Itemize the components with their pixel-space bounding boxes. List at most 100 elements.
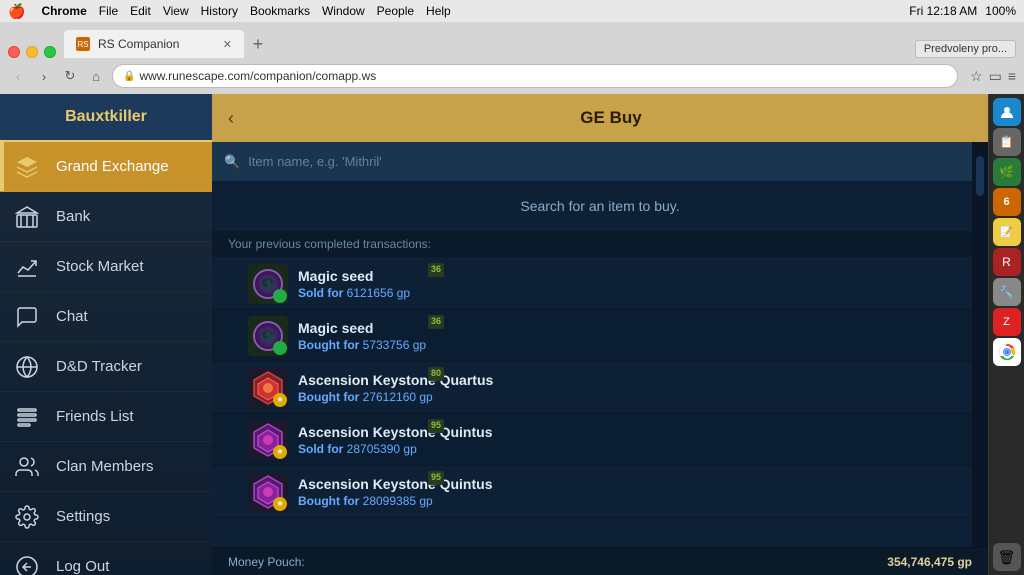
sidebar: Bauxtkiller Grand Exchange — [0, 94, 212, 575]
level-badge: 95 — [428, 471, 444, 485]
friends-list-label: Friends List — [56, 408, 134, 425]
menu-people[interactable]: People — [377, 4, 414, 18]
item-info: Magic seed Sold for 6121656 gp — [298, 268, 961, 300]
lock-icon: 🔒 — [123, 71, 135, 82]
menu-chrome[interactable]: Chrome — [41, 4, 86, 18]
bank-icon — [12, 202, 42, 232]
sidebar-item-log-out[interactable]: Log Out — [0, 542, 212, 575]
app-container: Bauxtkiller Grand Exchange — [0, 94, 1024, 575]
tab-close-btn[interactable]: ✕ — [223, 38, 232, 51]
cast-icon[interactable]: ▭ — [989, 68, 1002, 85]
money-amount: 354,746,475 gp — [887, 555, 972, 569]
sidebar-item-chat[interactable]: Chat — [0, 292, 212, 342]
transaction-item[interactable]: 95 ★ Ascension Keystone Quintus So — [212, 414, 988, 466]
price-value: 5733756 gp — [363, 338, 426, 352]
scroll-indicator[interactable] — [972, 142, 988, 547]
item-price: Sold for 6121656 gp — [298, 286, 961, 300]
settings-icon — [12, 502, 42, 532]
search-info-text: Search for an item to buy. — [520, 198, 679, 214]
apple-menu[interactable]: 🍎 — [8, 3, 25, 20]
item-name: Ascension Keystone Quintus — [298, 424, 961, 440]
menubar-battery: 100% — [985, 4, 1016, 18]
os-icon-notes[interactable]: 📝 — [993, 218, 1021, 246]
sidebar-item-bank[interactable]: Bank — [0, 192, 212, 242]
menu-file[interactable]: File — [99, 4, 118, 18]
close-window-btn[interactable] — [8, 46, 20, 58]
level-badge: 36 — [428, 263, 444, 277]
sidebar-item-stock-market[interactable]: Stock Market — [0, 242, 212, 292]
os-icon-gray2[interactable]: 🔧 — [993, 278, 1021, 306]
os-sidebar: 📋 🌿 6 📝 R 🔧 Z 🗑 — [988, 94, 1024, 575]
sidebar-item-grand-exchange[interactable]: Grand Exchange — [0, 142, 212, 192]
settings-label: Settings — [56, 508, 110, 525]
transaction-item[interactable]: 36 🌑 Magic seed Bought for 5733756 gp › — [212, 310, 988, 362]
previous-label: Your previous completed transactions: — [212, 231, 988, 258]
stock-market-label: Stock Market — [56, 258, 144, 275]
corner-badge — [273, 289, 287, 303]
minimize-window-btn[interactable] — [26, 46, 38, 58]
item-price: Bought for 27612160 gp — [298, 390, 961, 404]
item-icon: 🌑 — [248, 316, 288, 356]
os-icon-green[interactable]: 🌿 — [993, 158, 1021, 186]
transaction-item[interactable]: 95 ★ Ascension Keystone Quintus Bo — [212, 466, 988, 518]
search-input[interactable] — [248, 154, 976, 169]
sidebar-header: Bauxtkiller — [0, 94, 212, 142]
menu-history[interactable]: History — [201, 4, 238, 18]
menu-window[interactable]: Window — [322, 4, 365, 18]
sidebar-item-friends-list[interactable]: Friends List — [0, 392, 212, 442]
item-info: Ascension Keystone Quintus Sold for 2870… — [298, 424, 961, 456]
forward-btn[interactable]: › — [34, 66, 54, 86]
item-icon: ★ — [248, 420, 288, 460]
transaction-list: 36 🌑 Magic seed Sold for 6121656 gp › — [212, 258, 988, 547]
friends-list-icon — [12, 402, 42, 432]
search-bar: 🔍 — [212, 142, 988, 182]
chat-icon — [12, 302, 42, 332]
chrome-addressbar: ‹ › ↻ ⌂ 🔒 www.runescape.com/companion/co… — [0, 58, 1024, 94]
os-icon-trash[interactable]: 🗑 — [993, 543, 1021, 571]
os-icon-gray1[interactable]: 📋 — [993, 128, 1021, 156]
price-value: 28099385 gp — [363, 494, 433, 508]
scroll-thumb — [976, 156, 984, 196]
fullscreen-window-btn[interactable] — [44, 46, 56, 58]
chrome-profile-btn[interactable]: Predvoleny pro... — [915, 40, 1016, 58]
os-icon-finder[interactable] — [993, 98, 1021, 126]
item-icon: ★ — [248, 472, 288, 512]
browser-tab-active[interactable]: RS RS Companion ✕ — [64, 30, 244, 58]
item-name: Magic seed — [298, 268, 961, 284]
price-action: Bought for — [298, 338, 363, 352]
sidebar-item-dd-tracker[interactable]: D&D Tracker — [0, 342, 212, 392]
bookmark-icon[interactable]: ☆ — [970, 68, 983, 85]
transaction-item[interactable]: 36 🌑 Magic seed Sold for 6121656 gp › — [212, 258, 988, 310]
menu-view[interactable]: View — [163, 4, 189, 18]
os-icon-6[interactable]: 6 — [993, 188, 1021, 216]
menu-edit[interactable]: Edit — [130, 4, 151, 18]
menu-bookmarks[interactable]: Bookmarks — [250, 4, 310, 18]
clan-members-label: Clan Members — [56, 458, 154, 475]
bank-label: Bank — [56, 208, 90, 225]
transaction-item[interactable]: 80 ★ Ascension Keystone Quartus Bo — [212, 362, 988, 414]
item-price: Bought for 28099385 gp — [298, 494, 961, 508]
grand-exchange-label: Grand Exchange — [56, 158, 169, 175]
tab-title: RS Companion — [98, 37, 179, 51]
sidebar-nav: Grand Exchange Bank — [0, 142, 212, 575]
os-icon-chrome[interactable] — [993, 338, 1021, 366]
menubar-time: Fri 12:18 AM — [909, 4, 977, 18]
sidebar-item-settings[interactable]: Settings — [0, 492, 212, 542]
price-value: 6121656 gp — [347, 286, 410, 300]
back-button[interactable]: ‹ — [228, 108, 234, 129]
item-name: Ascension Keystone Quartus — [298, 372, 961, 388]
new-tab-btn[interactable]: + — [244, 30, 272, 58]
back-btn[interactable]: ‹ — [8, 66, 28, 86]
menu-help[interactable]: Help — [426, 4, 451, 18]
clan-members-icon — [12, 452, 42, 482]
refresh-btn[interactable]: ↻ — [60, 66, 80, 86]
address-bar[interactable]: 🔒 www.runescape.com/companion/comapp.ws — [112, 64, 958, 88]
os-icon-red[interactable]: R — [993, 248, 1021, 276]
sidebar-item-clan-members[interactable]: Clan Members — [0, 442, 212, 492]
menu-icon[interactable]: ≡ — [1008, 68, 1016, 84]
menubar-right: Fri 12:18 AM 100% — [909, 4, 1016, 18]
os-icon-red2[interactable]: Z — [993, 308, 1021, 336]
dd-tracker-icon — [12, 352, 42, 382]
home-btn[interactable]: ⌂ — [86, 66, 106, 86]
price-value: 27612160 gp — [363, 390, 433, 404]
